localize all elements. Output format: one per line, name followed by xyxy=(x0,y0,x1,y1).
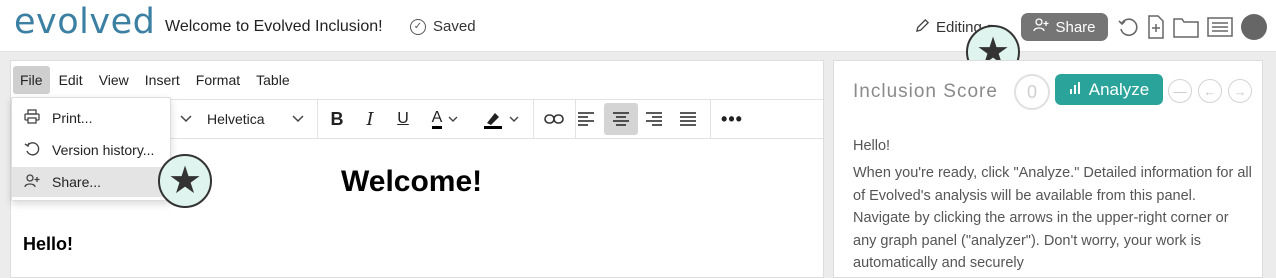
add-user-icon xyxy=(1033,18,1049,36)
add-user-icon xyxy=(24,173,40,191)
toolbar-divider xyxy=(533,100,534,138)
folder-icon[interactable] xyxy=(1173,16,1199,38)
analyze-label: Analyze xyxy=(1088,79,1150,99)
check-circle-icon: ✓ xyxy=(410,18,426,35)
user-avatar[interactable]: E xyxy=(1241,14,1267,40)
menu-item-label: Share... xyxy=(52,174,102,190)
arrow-right-icon[interactable]: → xyxy=(1228,79,1252,103)
share-button[interactable]: Share xyxy=(1021,13,1108,41)
menu-table[interactable]: Table xyxy=(249,66,296,94)
analyze-button[interactable]: Analyze xyxy=(1055,74,1163,105)
document-heading[interactable]: Welcome! xyxy=(341,165,482,199)
toolbar-divider xyxy=(710,100,711,138)
highlight-color-icon[interactable] xyxy=(473,100,529,138)
panel-greeting: Hello! xyxy=(853,138,891,154)
list-icon[interactable] xyxy=(1207,17,1233,37)
new-document-icon[interactable] xyxy=(1147,15,1165,39)
history-icon[interactable] xyxy=(1117,16,1139,38)
more-options-icon[interactable]: ••• xyxy=(716,100,748,138)
bar-chart-icon xyxy=(1069,80,1083,100)
menu-bar: File Edit View Insert Format Table xyxy=(11,61,823,99)
saved-label: Saved xyxy=(433,18,476,35)
inclusion-score-panel: Inclusion Score 0 Analyze — ← → Hello! W… xyxy=(833,60,1263,278)
chevron-down-icon xyxy=(292,115,304,123)
minus-circle-icon[interactable]: — xyxy=(1168,79,1192,103)
bold-icon[interactable]: B xyxy=(321,100,353,138)
arrow-left-icon[interactable]: ← xyxy=(1198,79,1222,103)
file-menu-dropdown: Print... Version history... Share... xyxy=(11,97,171,201)
top-bar: evolved Welcome to Evolved Inclusion! ✓ … xyxy=(0,0,1276,52)
toolbar-divider xyxy=(317,100,318,138)
menu-edit[interactable]: Edit xyxy=(52,66,90,94)
font-family-value: Helvetica xyxy=(207,111,265,127)
align-justify-icon[interactable] xyxy=(672,100,704,138)
underline-icon[interactable]: U xyxy=(387,100,419,138)
document-paragraph[interactable]: Hello! xyxy=(23,234,73,255)
italic-icon[interactable]: I xyxy=(354,100,386,138)
history-icon xyxy=(24,141,40,160)
score-indicator: 0 xyxy=(1014,74,1050,110)
link-icon[interactable] xyxy=(537,100,571,138)
menu-file[interactable]: File xyxy=(13,66,50,94)
menu-format[interactable]: Format xyxy=(189,66,247,94)
text-color-icon[interactable]: A xyxy=(421,100,469,138)
top-toolbar-icons: E xyxy=(1117,14,1267,40)
menu-item-version-history[interactable]: Version history... xyxy=(12,135,170,165)
document-title[interactable]: Welcome to Evolved Inclusion! xyxy=(165,18,383,36)
align-right-icon[interactable] xyxy=(638,100,670,138)
font-family-select[interactable]: Helvetica xyxy=(203,100,308,138)
menu-item-label: Version history... xyxy=(52,142,155,158)
menu-item-label: Print... xyxy=(52,110,93,126)
align-center-icon[interactable] xyxy=(604,103,638,135)
menu-view[interactable]: View xyxy=(92,66,136,94)
menu-insert[interactable]: Insert xyxy=(138,66,187,94)
menu-item-print[interactable]: Print... xyxy=(12,103,170,133)
share-label: Share xyxy=(1055,18,1096,36)
pencil-icon xyxy=(915,18,930,37)
menu-item-share[interactable]: Share... xyxy=(12,167,170,197)
evolved-logo[interactable]: evolved xyxy=(14,2,155,42)
align-left-icon[interactable] xyxy=(570,100,602,138)
panel-title: Inclusion Score xyxy=(853,81,998,102)
block-format-chevron-icon[interactable] xyxy=(171,100,201,138)
tutorial-star-marker[interactable]: ★ xyxy=(158,154,212,208)
printer-icon xyxy=(24,109,40,127)
panel-description: When you're ready, click "Analyze." Deta… xyxy=(853,165,1252,271)
save-status: ✓ Saved xyxy=(410,18,476,35)
